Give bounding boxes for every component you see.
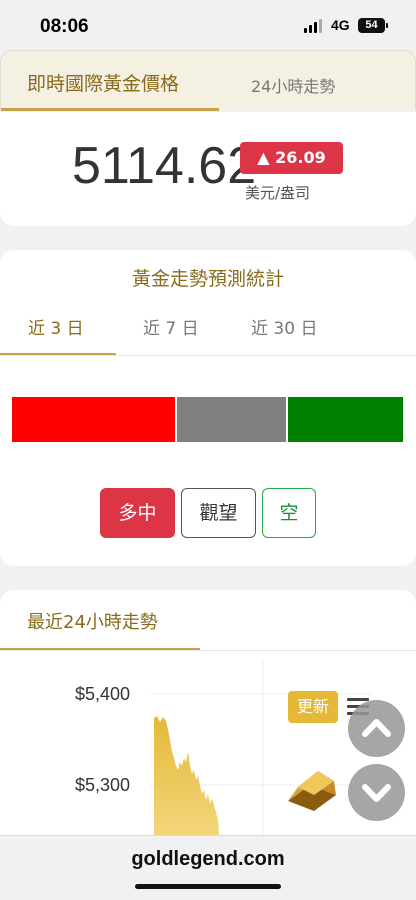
price-card: 5114.62 ▲ 26.09 <box>0 112 416 226</box>
scroll-down-button[interactable] <box>348 764 405 821</box>
forecast-title: 黃金走勢預測統計 <box>131 268 284 290</box>
chevron-down-icon <box>362 784 391 802</box>
price-change-badge: ▲ 26.09 <box>240 142 343 174</box>
tab-24h-trend[interactable]: 24小時走勢 <box>251 73 335 97</box>
chart-area <box>154 716 219 835</box>
network-type: 4G <box>331 17 350 33</box>
short-button[interactable]: 空 <box>262 488 316 538</box>
tab-period-30d[interactable]: 近 30 日 <box>251 314 317 339</box>
tab-live-price[interactable]: 即時國際黃金價格 <box>27 69 179 96</box>
y-axis-label-mid: $5,300 <box>75 775 131 795</box>
forecast-bar-long <box>12 397 175 442</box>
battery-tip <box>386 23 388 28</box>
tab-period-3d[interactable]: 近 3 日 <box>28 314 84 339</box>
forecast-card: 黃金走勢預測統計 近 3 日 近 7 日 近 30 日 多中 觀望 空 <box>0 250 416 566</box>
watch-button[interactable]: 觀望 <box>181 488 256 538</box>
browser-url-bar[interactable]: goldlegend.com <box>0 835 416 900</box>
gold-price: 5114.62 <box>72 137 257 195</box>
forecast-bar-watch <box>177 397 286 442</box>
tab-period-7d[interactable]: 近 7 日 <box>143 314 199 339</box>
gold-bar-icon <box>288 771 336 811</box>
price-unit: 美元/盎司 <box>245 184 311 202</box>
battery-icon: 54 <box>358 18 385 33</box>
period-divider <box>0 355 416 356</box>
update-button[interactable]: 更新 <box>288 691 338 723</box>
y-axis-label-top: $5,400 <box>75 684 131 704</box>
url-text[interactable]: goldlegend.com <box>0 848 416 871</box>
tab-active-underline <box>1 108 219 111</box>
status-bar: 08:06 4G 54 <box>0 0 416 50</box>
signal-icon <box>304 19 324 33</box>
home-indicator <box>135 884 281 889</box>
forecast-bar-short <box>288 397 403 442</box>
chevron-up-icon <box>362 719 391 737</box>
scroll-up-button[interactable] <box>348 700 405 757</box>
long-button[interactable]: 多中 <box>100 488 175 538</box>
status-time: 08:06 <box>40 16 89 37</box>
top-tab-bar: 即時國際黃金價格 24小時走勢 <box>0 50 416 111</box>
